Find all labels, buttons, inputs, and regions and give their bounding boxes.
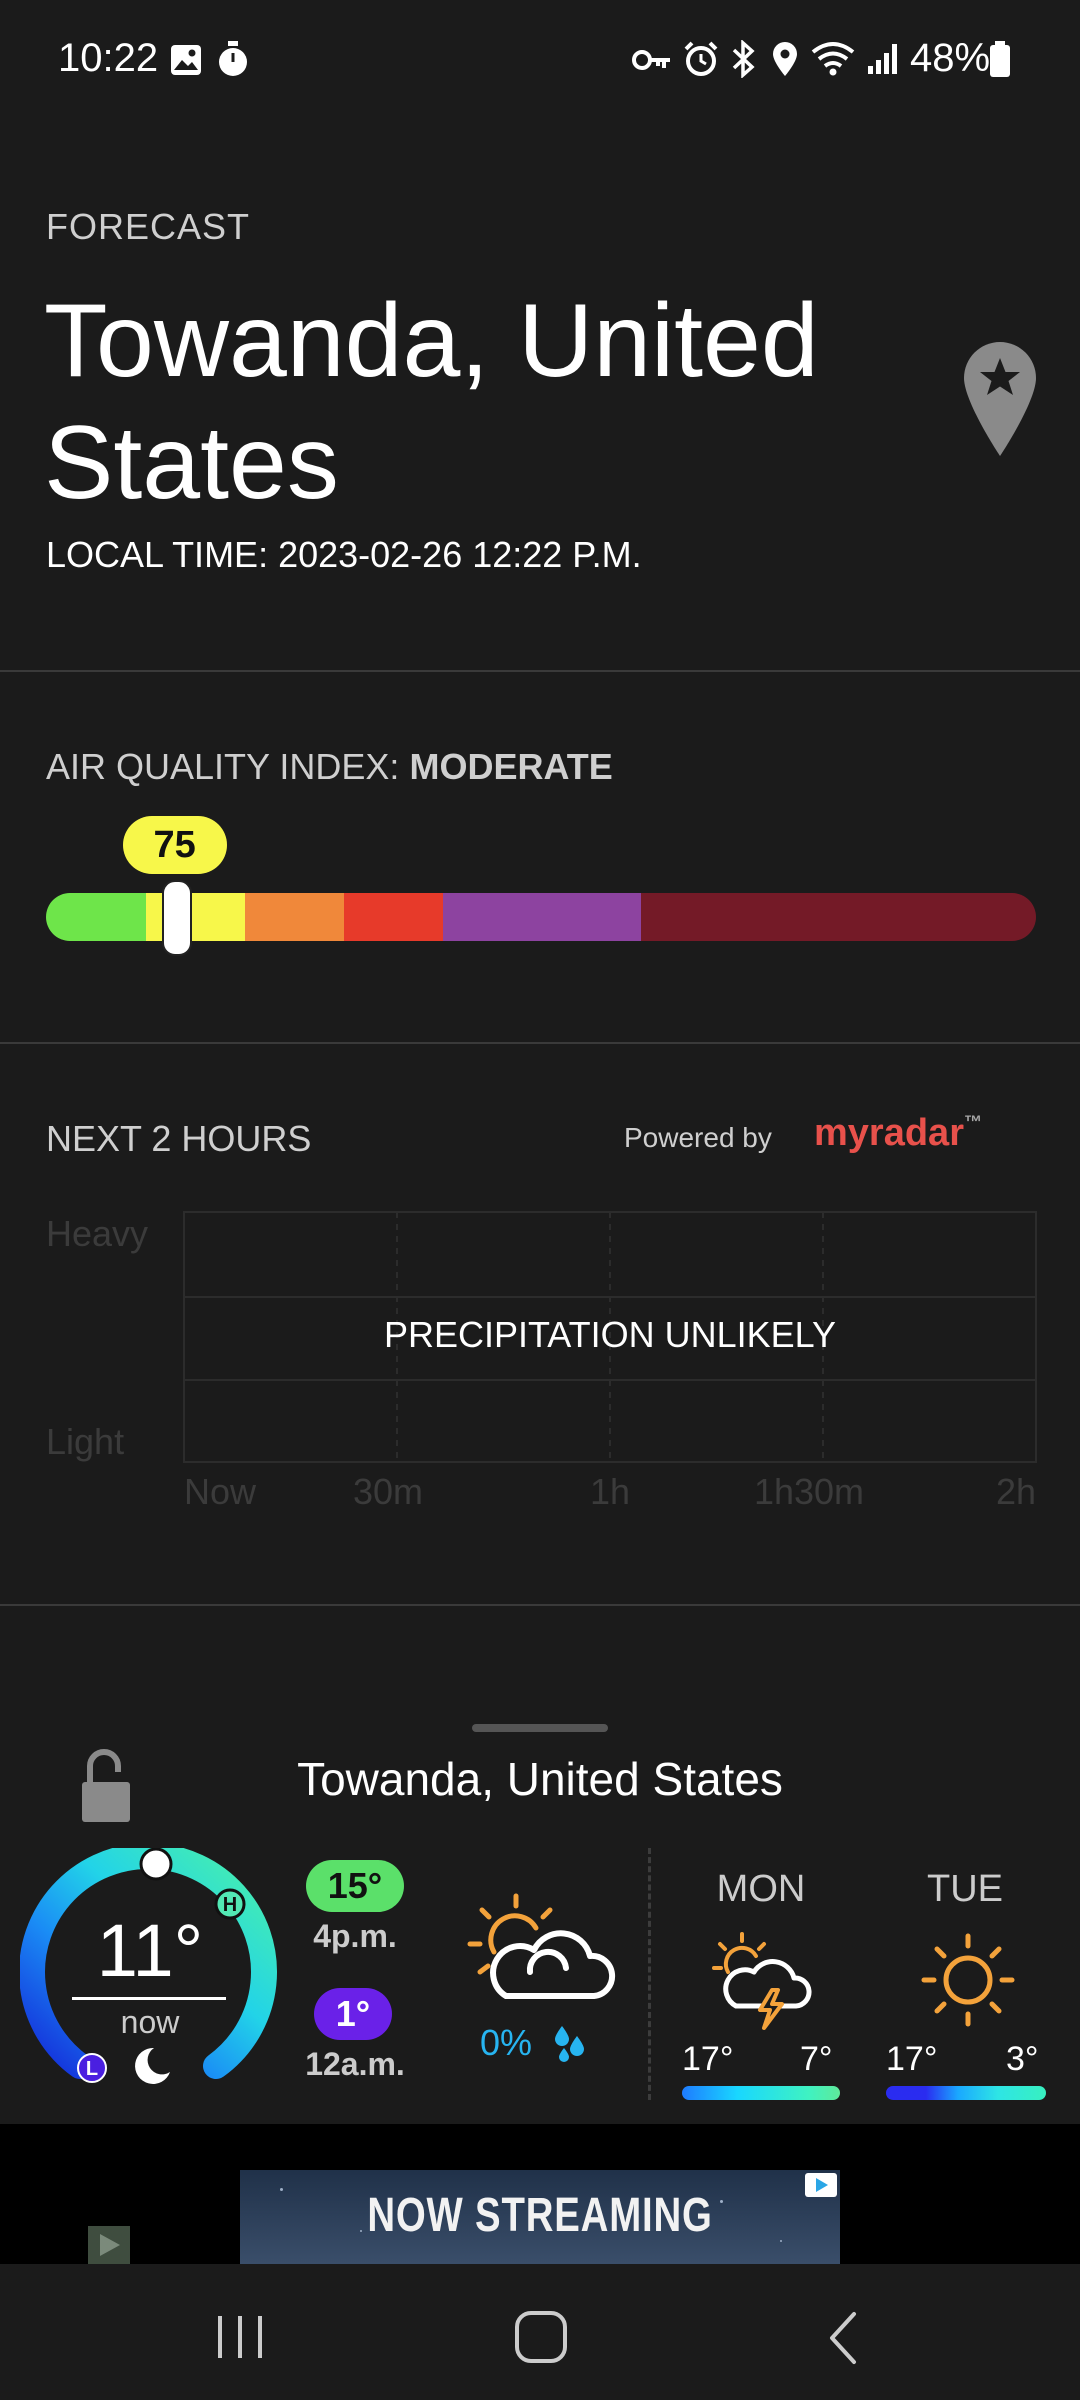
divider — [0, 1042, 1080, 1044]
y-label-heavy: Heavy — [46, 1213, 148, 1254]
day-name-tue: TUE — [927, 1868, 1003, 1910]
tue-temp-range-bar — [886, 2086, 1046, 2100]
precip-chance: 0% — [480, 2022, 533, 2063]
ad-play-icon[interactable] — [88, 2226, 130, 2264]
location-pin-star-icon[interactable] — [960, 338, 1040, 458]
gauge-current-marker — [139, 1848, 173, 1881]
widget-city: Towanda, United States — [297, 1753, 783, 1805]
divider — [0, 670, 1080, 672]
mon-low: 7° — [800, 2040, 833, 2078]
local-time: LOCAL TIME: 2023-02-26 12:22 P.M. — [46, 534, 642, 575]
x-label-1h30m: 1h30m — [754, 1471, 864, 1512]
mon-high: 17° — [682, 2040, 734, 2078]
gauge-low-label: L — [86, 2058, 98, 2080]
timer-icon — [219, 41, 247, 76]
x-label-2h: 2h — [996, 1471, 1036, 1512]
aqi-indicator-handle — [161, 880, 192, 956]
low-temp-time: 12a.m. — [305, 2046, 405, 2082]
battery-percent: 48% — [910, 36, 991, 80]
partly-cloudy-icon — [467, 1893, 616, 1999]
day-name-mon: MON — [716, 1868, 806, 1910]
x-label-1h: 1h — [590, 1471, 630, 1512]
mon-temp-range-bar — [682, 2086, 840, 2100]
drag-handle[interactable] — [472, 1724, 608, 1732]
aqi-value-badge: 75 — [122, 816, 227, 874]
wifi-icon — [811, 42, 855, 76]
nowcast-title: NEXT 2 HOURS — [46, 1118, 312, 1159]
status-time: 10:22 — [58, 36, 159, 80]
now-label: now — [120, 2004, 180, 2040]
now-underline — [72, 1997, 226, 2000]
aqi-label: AIR QUALITY INDEX: MODERATE — [46, 746, 613, 788]
powered-by-label: Powered by — [624, 1122, 772, 1153]
myradar-logo-text: myradar — [814, 1112, 964, 1154]
home-icon[interactable] — [512, 2308, 570, 2366]
myradar-logo[interactable]: myradar™ — [814, 1112, 982, 1155]
aqi-segment-moderate — [146, 893, 245, 941]
precipitation-message: PRECIPITATION UNLIKELY — [383, 1314, 837, 1355]
aqi-label-text: AIR QUALITY INDEX: — [46, 746, 400, 787]
aqi-segment-good — [46, 893, 146, 941]
aqi-segment-unhealthy-sensitive — [245, 893, 344, 941]
recents-icon[interactable] — [210, 2312, 270, 2362]
back-icon[interactable] — [822, 2310, 866, 2366]
x-label-30m: 30m — [353, 1471, 423, 1512]
divider — [0, 1604, 1080, 1606]
aqi-segment-hazardous — [641, 893, 1036, 941]
aqi-segment-unhealthy — [344, 893, 443, 941]
precipitation-chart: Heavy Light Now 30m 1h 1h30m 2h — [46, 1211, 1037, 1512]
widget-divider — [648, 1848, 651, 2100]
aqi-category: MODERATE — [409, 746, 613, 787]
tue-low: 3° — [1006, 2040, 1039, 2078]
high-temp-pill: 15° — [306, 1860, 404, 1912]
tue-high: 17° — [886, 2040, 938, 2078]
vpn-key-icon — [632, 50, 670, 70]
section-eyebrow: FORECAST — [46, 206, 251, 247]
status-bar: 10:22 48% — [0, 0, 1080, 120]
ad-choices-icon[interactable] — [804, 2172, 838, 2198]
page-title: Towanda, United States — [44, 283, 819, 521]
low-temp-pill: 1° — [314, 1988, 392, 2040]
raindrops-icon — [555, 2026, 584, 2062]
current-temperature: 11° — [96, 1909, 204, 1992]
thunderstorm-icon — [712, 1932, 812, 2030]
high-temp-time: 4p.m. — [313, 1918, 397, 1954]
aqi-scale-bar — [46, 893, 1036, 941]
signal-icon — [868, 44, 897, 74]
gallery-icon — [171, 45, 201, 75]
y-label-light: Light — [46, 1421, 124, 1462]
sun-icon — [921, 1933, 1015, 2027]
battery-icon — [990, 41, 1010, 77]
aqi-segment-very-unhealthy — [443, 893, 641, 941]
x-label-now: Now — [184, 1471, 257, 1512]
moon-icon — [135, 2047, 170, 2084]
bluetooth-icon — [732, 40, 755, 78]
alarm-icon — [684, 41, 718, 76]
ad-headline: NOW STREAMING — [367, 2189, 713, 2242]
location-icon — [773, 42, 797, 76]
unlock-icon[interactable] — [78, 1748, 134, 1824]
